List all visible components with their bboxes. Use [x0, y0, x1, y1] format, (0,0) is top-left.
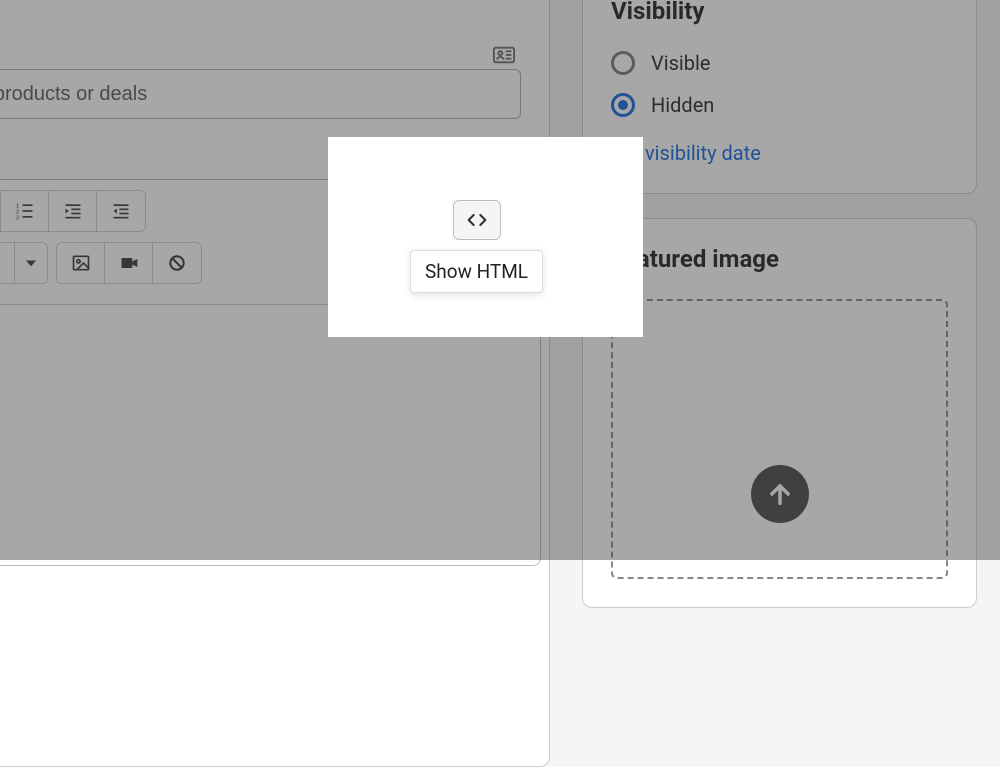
video-button[interactable]	[105, 243, 153, 283]
radio-checked-icon	[611, 93, 635, 117]
visibility-heading: Visibility	[611, 0, 948, 25]
table-button[interactable]	[0, 243, 15, 283]
code-icon	[467, 213, 487, 227]
indent-button[interactable]	[97, 191, 145, 231]
id-card-icon	[493, 46, 515, 64]
visibility-option-visible[interactable]: Visible	[611, 51, 948, 75]
upload-button[interactable]	[751, 465, 809, 523]
arrow-up-icon	[766, 480, 794, 508]
table-dropdown-button[interactable]	[15, 243, 47, 283]
main-editor-card: U 123	[0, 0, 550, 767]
show-html-tooltip: Show HTML	[410, 250, 543, 293]
svg-text:3: 3	[15, 215, 18, 221]
image-button[interactable]	[57, 243, 105, 283]
featured-image-dropzone[interactable]	[611, 299, 948, 579]
numbered-list-button[interactable]: 123	[1, 191, 49, 231]
visibility-option-hidden[interactable]: Hidden	[611, 93, 948, 117]
featured-image-heading: Featured image	[611, 245, 948, 273]
clear-format-button[interactable]	[153, 243, 201, 283]
radio-unchecked-icon	[611, 51, 635, 75]
show-html-button[interactable]	[453, 200, 501, 240]
outdent-button[interactable]	[49, 191, 97, 231]
visibility-option-label: Hidden	[651, 93, 714, 117]
visibility-option-label: Visible	[651, 51, 710, 75]
post-title-input[interactable]	[0, 69, 521, 119]
